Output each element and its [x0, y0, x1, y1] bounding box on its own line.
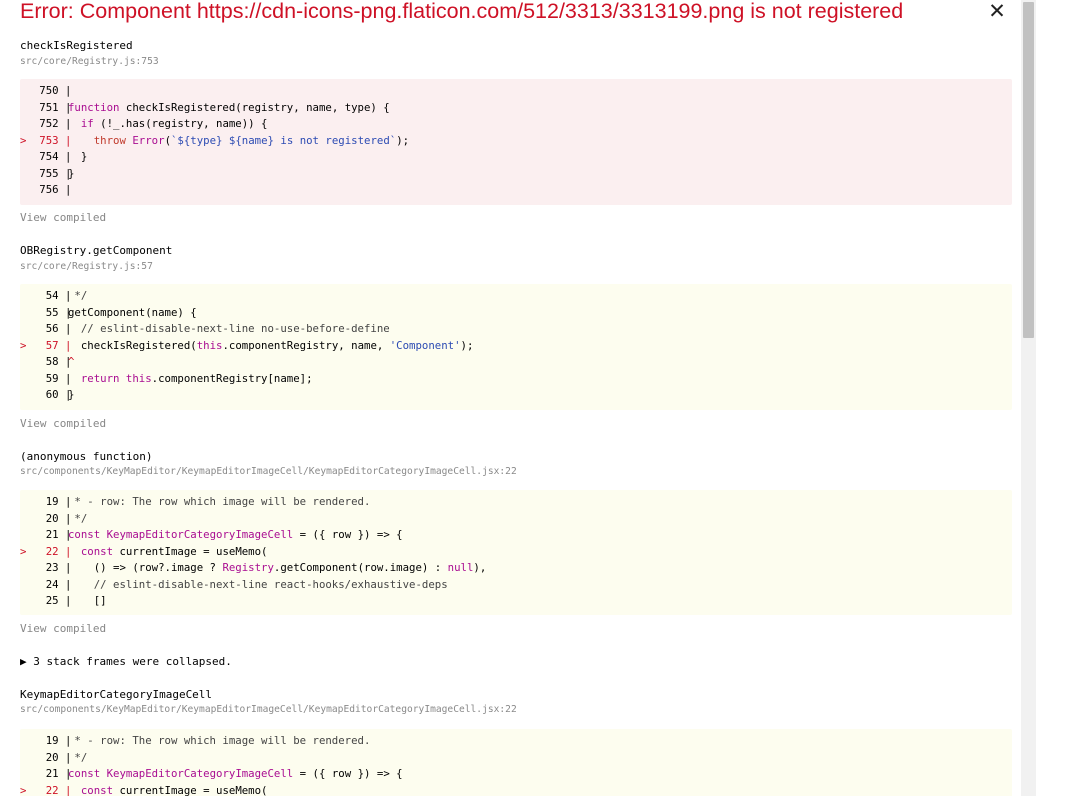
code-line: 60 | }: [20, 387, 1012, 404]
close-icon[interactable]: ✕: [986, 0, 1008, 23]
frame-function-name: checkIsRegistered: [20, 39, 133, 52]
line-number: > 22 |: [20, 544, 78, 558]
line-number: > 753 |: [20, 133, 78, 147]
code-line-highlighted: > 753 | throw Error(`${type} ${name} is …: [20, 133, 1012, 150]
code-line: 56 | // eslint-disable-next-line no-use-…: [20, 321, 1012, 338]
view-compiled-link[interactable]: View compiled: [20, 211, 106, 225]
code-text: []: [68, 594, 107, 607]
code-text: const KeymapEditorCategoryImageCell = ({…: [68, 528, 403, 541]
code-text: return this.componentRegistry[name];: [80, 371, 313, 385]
code-line: 750 |: [20, 83, 1012, 100]
code-snippet: 19 | * - row: The row which image will b…: [20, 729, 1012, 796]
code-text: throw Error(`${type} ${name} is not regi…: [93, 133, 410, 147]
code-text: const KeymapEditorCategoryImageCell = ({…: [68, 767, 403, 780]
code-text: }: [68, 150, 88, 163]
code-text: * - row: The row which image will be ren…: [68, 734, 371, 747]
code-line: 751 | function checkIsRegistered(registr…: [20, 100, 1012, 117]
line-number: 755 |: [20, 166, 78, 180]
code-line: 59 | return this.componentRegistry[name]…: [20, 371, 1012, 388]
line-number: 754 |: [20, 150, 78, 163]
code-text: }: [68, 388, 75, 401]
line-number: 21 |: [20, 528, 78, 541]
line-number: > 22 |: [20, 783, 78, 796]
view-compiled-link[interactable]: View compiled: [20, 417, 106, 431]
code-text: function checkIsRegistered(registry, nam…: [68, 100, 390, 114]
frame-file-location: src/core/Registry.js:57: [20, 261, 153, 272]
error-overlay: Error: Component https://cdn-icons-png.f…: [0, 0, 1021, 796]
code-text: const currentImage = useMemo(: [80, 783, 268, 796]
line-number: 60 |: [20, 388, 78, 401]
code-line-highlighted: > 22 | const currentImage = useMemo(: [20, 544, 1012, 561]
code-line: 58 | ^: [20, 354, 1012, 371]
line-number: 54 |: [20, 289, 78, 302]
line-number: 23 |: [20, 561, 78, 574]
frame-function-name: KeymapEditorCategoryImageCell: [20, 688, 213, 701]
code-line: 54 | */: [20, 288, 1012, 305]
code-text: if (!_.has(registry, name)) {: [80, 117, 268, 130]
code-line: 25 | []: [20, 593, 1012, 610]
code-snippet: 750 | 751 | function checkIsRegistered(r…: [20, 79, 1012, 205]
code-text: */: [68, 289, 88, 302]
code-line: 752 | if (!_.has(registry, name)) {: [20, 116, 1012, 133]
code-line-highlighted: > 22 | const currentImage = useMemo(: [20, 783, 1012, 796]
frame-function-name: OBRegistry.getComponent: [20, 244, 173, 257]
code-line: 21 | const KeymapEditorCategoryImageCell…: [20, 766, 1012, 783]
code-line: 19 | * - row: The row which image will b…: [20, 494, 1012, 511]
code-text: */: [68, 511, 88, 525]
frame-function-name: (anonymous function): [20, 450, 153, 463]
code-text: checkIsRegistered(this.componentRegistry…: [68, 338, 474, 352]
code-text: () => (row?.image ? Registry.getComponen…: [68, 561, 487, 574]
code-line: 756 |: [20, 182, 1012, 199]
line-number: 756 |: [20, 183, 78, 196]
code-text: const currentImage = useMemo(: [80, 544, 268, 558]
code-text: getComponent(name) {: [68, 305, 197, 319]
collapsed-frames-toggle[interactable]: ▶ 3 stack frames were collapsed.: [20, 655, 232, 669]
line-number: 751 |: [20, 100, 78, 114]
line-number: > 57 |: [20, 338, 78, 352]
scrollbar-thumb[interactable]: [1023, 2, 1034, 338]
line-number: 19 |: [20, 734, 78, 747]
code-line: 19 | * - row: The row which image will b…: [20, 733, 1012, 750]
code-line: 23 | () => (row?.image ? Registry.getCom…: [20, 560, 1012, 577]
code-snippet: 19 | * - row: The row which image will b…: [20, 490, 1012, 615]
line-number: 55 |: [20, 305, 78, 319]
code-text: // eslint-disable-next-line no-use-befor…: [68, 322, 390, 335]
line-number: 59 |: [20, 371, 78, 385]
line-number: 20 |: [20, 750, 78, 764]
code-text: * - row: The row which image will be ren…: [68, 495, 371, 508]
view-compiled-link[interactable]: View compiled: [20, 622, 106, 636]
code-text: ^: [68, 355, 75, 368]
code-text: // eslint-disable-next-line react-hooks/…: [68, 577, 448, 591]
code-line: 754 | }: [20, 149, 1012, 166]
error-title: Error: Component https://cdn-icons-png.f…: [20, 0, 904, 23]
line-number: 58 |: [20, 355, 78, 368]
line-number: 25 |: [20, 594, 78, 607]
code-line: 21 | const KeymapEditorCategoryImageCell…: [20, 527, 1012, 544]
line-number: 56 |: [20, 322, 78, 335]
code-line: 20 | */: [20, 750, 1012, 767]
line-number: 24 |: [20, 577, 78, 591]
code-line: 755 | }: [20, 166, 1012, 183]
code-text: */: [68, 750, 88, 764]
frame-file-location: src/components/KeyMapEditor/KeymapEditor…: [20, 466, 517, 477]
line-number: 20 |: [20, 511, 78, 525]
code-line: 24 | // eslint-disable-next-line react-h…: [20, 577, 1012, 594]
code-text: }: [68, 166, 75, 180]
line-number: 21 |: [20, 767, 78, 780]
code-snippet: 54 | */ 55 | getComponent(name) { 56 | /…: [20, 284, 1012, 410]
frame-file-location: src/components/KeyMapEditor/KeymapEditor…: [20, 704, 517, 715]
line-number: 750 |: [20, 84, 78, 97]
line-number: 19 |: [20, 495, 78, 508]
frame-file-location: src/core/Registry.js:753: [20, 56, 159, 67]
line-number: 752 |: [20, 117, 78, 130]
code-line-highlighted: > 57 | checkIsRegistered(this.componentR…: [20, 338, 1012, 355]
code-line: 20 | */: [20, 511, 1012, 528]
code-line: 55 | getComponent(name) {: [20, 305, 1012, 322]
vertical-scrollbar[interactable]: [1021, 0, 1036, 796]
